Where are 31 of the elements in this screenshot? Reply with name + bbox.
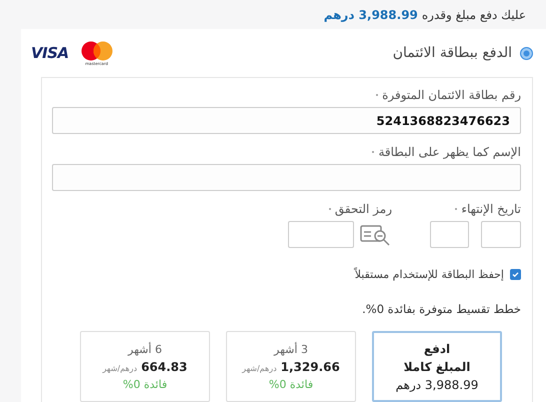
amount-due: 3,988.99 درهم bbox=[324, 8, 418, 22]
visa-logo: VISA bbox=[31, 44, 69, 62]
cvv-field[interactable] bbox=[288, 221, 354, 248]
notice-text: عليك دفع مبلغ وقدره bbox=[422, 8, 526, 22]
save-card-checkbox[interactable] bbox=[510, 268, 521, 280]
plan-amount: 664.83 bbox=[141, 360, 188, 374]
field-label: رقم بطاقة الائتمان المتوفرة bbox=[382, 88, 521, 102]
payment-method-label: الدفع ببطاقة الائتمان bbox=[392, 45, 512, 61]
expiry-year-field[interactable] bbox=[430, 221, 469, 248]
plan-option[interactable]: ادفع المبلغ كاملا 3,988.99 درهم bbox=[372, 331, 502, 402]
input-field[interactable] bbox=[52, 164, 521, 191]
radio-button[interactable] bbox=[520, 46, 533, 60]
field-label: تاريخ الإنتهاء bbox=[461, 202, 521, 216]
field-label: الإسم كما يظهر على البطاقة bbox=[378, 145, 521, 159]
plan-unit: درهم/شهر bbox=[242, 364, 277, 372]
mastercard-logo-icon bbox=[80, 40, 113, 60]
field-label: رمز التحقق bbox=[334, 202, 392, 216]
plan-amount: 3,988.99 درهم bbox=[396, 378, 478, 392]
plan-title: ادفع bbox=[424, 342, 450, 356]
plan-unit: درهم/شهر bbox=[102, 364, 138, 372]
save-card-label: إحفظ البطاقة للإستخدام مستقبلاً bbox=[354, 268, 504, 280]
plan-amount: 1,329.66 bbox=[280, 360, 340, 374]
card-search-icon bbox=[360, 224, 392, 246]
input-field[interactable]: 5241368823476623 bbox=[52, 107, 521, 134]
expiry-month-field[interactable] bbox=[481, 221, 521, 248]
plan-title: 3 أشهر bbox=[274, 342, 308, 356]
plan-subtitle: المبلغ كاملا bbox=[404, 360, 470, 374]
plan-interest: فائدة 0% bbox=[268, 378, 314, 390]
installments-heading: خطط تقسيط متوفرة بفائدة 0%. bbox=[361, 302, 521, 316]
plan-interest: فائدة 0% bbox=[122, 378, 168, 390]
plan-title: 6 أشهر bbox=[128, 342, 162, 356]
